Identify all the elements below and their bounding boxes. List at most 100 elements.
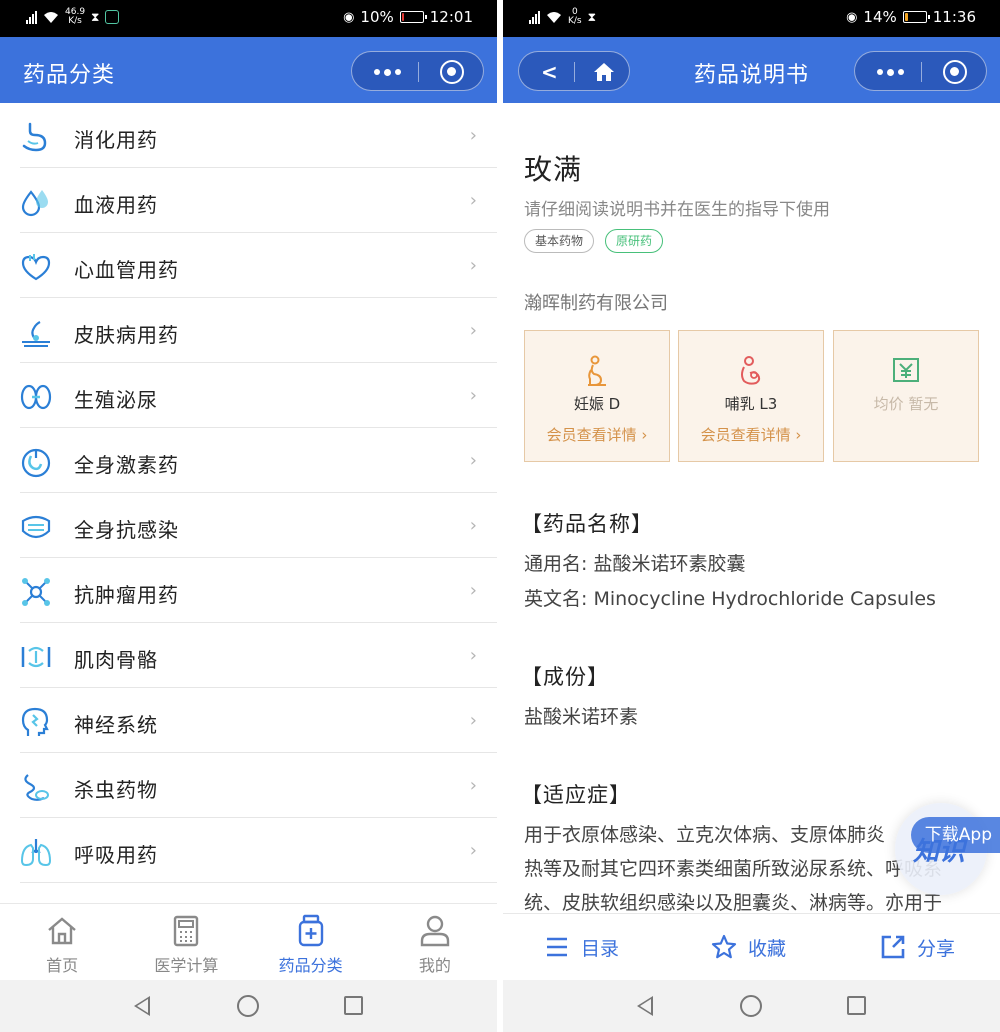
generic-name: 通用名: 盐酸米诺环素胶囊 xyxy=(524,553,746,575)
calculator-icon xyxy=(174,915,199,947)
tab-mine[interactable]: 我的 xyxy=(373,904,497,980)
member-detail-link[interactable]: 会员查看详情 › xyxy=(525,424,669,445)
battery-icon xyxy=(399,11,427,23)
lactation-card[interactable]: 哺乳 L3 会员查看详情 › xyxy=(678,330,824,462)
back-nav-icon[interactable] xyxy=(134,996,150,1016)
home-nav-icon[interactable] xyxy=(740,995,762,1017)
recents-nav-icon[interactable] xyxy=(847,996,866,1015)
close-miniprogram-icon[interactable] xyxy=(440,60,464,84)
indication-line: 用于衣原体感染、立克次体病、支原体肺炎 xyxy=(524,824,886,846)
tag-essential-drug: 基本药物 xyxy=(524,229,595,253)
tab-calculator[interactable]: 医学计算 xyxy=(124,904,248,980)
molecule-icon xyxy=(22,578,50,606)
clock: 12:01 xyxy=(429,8,473,26)
skin-icon xyxy=(22,321,50,347)
category-label: 抗肿瘤用药 xyxy=(74,583,179,607)
more-icon[interactable] xyxy=(877,68,904,76)
miniprogram-capsule xyxy=(351,51,484,91)
member-detail-link[interactable]: 会员查看详情 › xyxy=(679,424,823,445)
recents-nav-icon[interactable] xyxy=(344,996,363,1015)
status-bar: 0 K/s ⧗ ◉ 14% 11:36 xyxy=(503,0,1000,37)
category-item-blood[interactable]: 血液用药 › xyxy=(20,168,497,233)
wifi-icon xyxy=(547,11,561,23)
more-icon[interactable] xyxy=(374,68,401,76)
pregnancy-card[interactable]: 妊娠 D 会员查看详情 › xyxy=(524,330,670,462)
category-label: 呼吸用药 xyxy=(74,843,158,867)
usage-hint: 请仔细阅读说明书并在医生的指导下使用 xyxy=(524,200,830,220)
home-icon xyxy=(48,917,76,945)
wifi-icon xyxy=(44,11,58,23)
average-price: 均价 暂无 xyxy=(873,395,939,413)
signal-icon xyxy=(26,10,37,24)
back-nav-icon[interactable] xyxy=(637,996,653,1016)
kidney-icon xyxy=(20,384,52,410)
page-title: 药品分类 xyxy=(23,63,116,88)
pregnancy-icon xyxy=(588,355,606,386)
category-item-musculoskeletal[interactable]: 肌肉骨骼 › xyxy=(20,623,497,688)
eye-icon: ◉ xyxy=(846,9,858,25)
stomach-icon xyxy=(22,122,47,152)
battery-icon xyxy=(902,11,930,23)
chevron-right-icon: › xyxy=(469,645,477,666)
chevron-right-icon: › xyxy=(469,190,477,211)
home-nav-icon[interactable] xyxy=(237,995,259,1017)
category-label: 全身抗感染 xyxy=(74,518,179,542)
chevron-right-icon: › xyxy=(469,580,477,601)
component-text: 盐酸米诺环素 xyxy=(524,706,639,728)
share-icon xyxy=(881,935,905,959)
chevron-right-icon: › xyxy=(469,125,477,146)
category-item-antitumor[interactable]: 抗肿瘤用药 › xyxy=(20,558,497,623)
category-item-anti-infection[interactable]: 全身抗感染 › xyxy=(20,493,497,558)
user-icon xyxy=(420,915,450,947)
chevron-right-icon: › xyxy=(469,385,477,406)
status-bar: 46.9 K/s ⧗ ◉ 10% 12:01 xyxy=(0,0,497,37)
catalog-button[interactable]: 目录 xyxy=(543,932,619,962)
tab-label: 医学计算 xyxy=(154,956,219,975)
clock: 11:36 xyxy=(932,8,976,26)
android-nav-bar xyxy=(503,980,1000,1032)
battery-percent: 14% xyxy=(863,8,897,26)
net-speed: 46.9 K/s xyxy=(65,7,86,26)
miniprogram-capsule xyxy=(854,51,987,91)
hourglass-icon: ⧗ xyxy=(587,9,597,24)
list-icon xyxy=(547,937,567,957)
category-item-nervous[interactable]: 神经系统 › xyxy=(20,688,497,753)
category-item-digestive[interactable]: 消化用药 › xyxy=(20,103,497,168)
tag-original-drug: 原研药 xyxy=(605,229,664,253)
medicine-bottle-icon xyxy=(298,914,323,947)
favorite-button[interactable]: 收藏 xyxy=(710,932,786,962)
download-app-button[interactable]: 下载App xyxy=(910,817,1000,853)
close-miniprogram-icon[interactable] xyxy=(943,60,967,84)
pregnancy-grade: 妊娠 D xyxy=(573,395,621,413)
section-heading-indication: 【适应症】 xyxy=(521,783,631,807)
manufacturer[interactable]: 瀚晖制药有限公司 xyxy=(524,289,668,315)
category-label: 血液用药 xyxy=(74,193,158,217)
drug-name: 玫满 xyxy=(524,153,583,186)
category-label: 全身激素药 xyxy=(74,453,179,477)
chevron-right-icon: › xyxy=(469,255,477,276)
category-label: 皮肤病用药 xyxy=(74,323,179,347)
hormone-icon xyxy=(21,448,51,478)
star-icon xyxy=(711,934,737,959)
tab-drug-category[interactable]: 药品分类 xyxy=(249,904,373,980)
category-item-cardiovascular[interactable]: 心血管用药 › xyxy=(20,233,497,298)
category-item-insecticide[interactable]: 杀虫药物 › xyxy=(20,753,497,818)
chevron-right-icon: › xyxy=(469,450,477,471)
english-name: 英文名: Minocycline Hydrochloride Capsules xyxy=(524,588,936,610)
app-header: < 药品说明书 xyxy=(503,37,1000,103)
drug-detail-screen: 0 K/s ⧗ ◉ 14% 11:36 < 药品说明书 玫满 请仔细阅读说明书并在… xyxy=(503,0,1000,1032)
category-item-hormone[interactable]: 全身激素药 › xyxy=(20,428,497,493)
chevron-right-icon: › xyxy=(469,320,477,341)
chevron-right-icon: › xyxy=(469,775,477,796)
tab-home[interactable]: 首页 xyxy=(0,904,124,980)
category-label: 神经系统 xyxy=(74,713,158,737)
category-label: 心血管用药 xyxy=(74,258,179,282)
chevron-right-icon: › xyxy=(469,840,477,861)
indication-line: 热等及耐其它四环素类细菌所致泌尿系统、呼吸系 xyxy=(524,858,943,880)
share-button[interactable]: 分享 xyxy=(879,932,955,962)
breastfeeding-icon xyxy=(741,356,761,385)
category-item-urogenital[interactable]: 生殖泌尿 › xyxy=(20,363,497,428)
category-item-respiratory[interactable]: 呼吸用药 › xyxy=(20,818,497,883)
category-item-dermatology[interactable]: 皮肤病用药 › xyxy=(20,298,497,363)
indication-line: 统、皮肤软组织感染以及胆囊炎、淋病等。亦用于 xyxy=(524,892,943,913)
